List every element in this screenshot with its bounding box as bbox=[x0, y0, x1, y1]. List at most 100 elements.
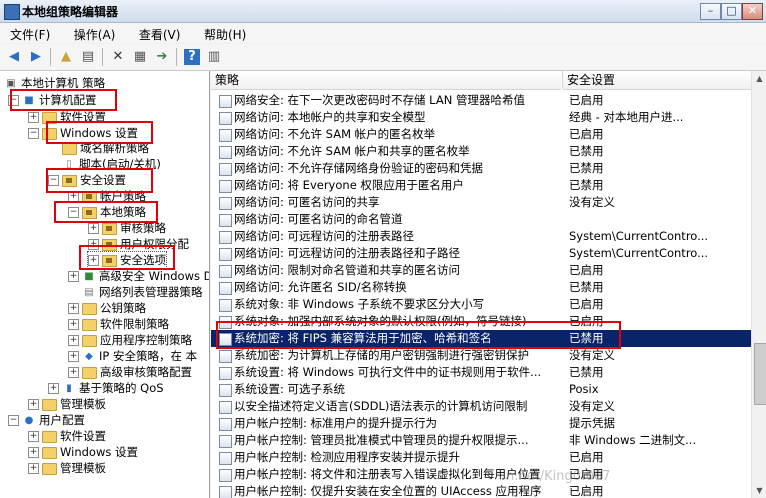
scroll-up-icon[interactable]: ▲ bbox=[752, 71, 766, 86]
expand-icon[interactable]: + bbox=[28, 399, 39, 410]
tree-item-windows-settings[interactable]: − Windows 设置 bbox=[28, 125, 138, 141]
tree-item-user-config[interactable]: − ● 用户配置 bbox=[8, 412, 85, 428]
expand-icon[interactable]: + bbox=[28, 431, 39, 442]
policy-row[interactable]: 用户帐户控制: 将文件和注册表写入错误虚拟化到每用户位置 已启用 bbox=[211, 466, 751, 483]
tree-item-app-control[interactable]: + 应用程序控制策略 bbox=[68, 332, 192, 348]
maximize-button[interactable]: □ bbox=[721, 3, 742, 20]
policy-row[interactable]: 以安全描述符定义语言(SDDL)语法表示的计算机访问限制 没有定义 bbox=[211, 398, 751, 415]
collapse-icon[interactable]: − bbox=[68, 207, 79, 218]
policy-row[interactable]: 网络访问: 本地帐户的共享和安全模型 经典 - 对本地用户进... bbox=[211, 109, 751, 126]
vertical-scrollbar[interactable]: ▲ ▼ bbox=[751, 71, 766, 498]
tree-item-scripts[interactable]: ▯ 脚本(启动/关机) bbox=[48, 156, 161, 172]
script-icon: ▯ bbox=[66, 158, 72, 170]
help-icon[interactable]: ? bbox=[184, 49, 200, 65]
tree-item-name-resolution-policy[interactable]: 域名解析策略 bbox=[48, 140, 149, 156]
minimize-button[interactable]: – bbox=[700, 3, 721, 20]
policy-row[interactable]: 系统对象: 非 Windows 子系统不要求区分大小写 已启用 bbox=[211, 296, 751, 313]
collapse-icon[interactable]: − bbox=[8, 95, 19, 106]
tree-item-qos[interactable]: + ▮ 基于策略的 QoS bbox=[48, 380, 164, 396]
export-list-icon[interactable]: ➔ bbox=[154, 49, 170, 65]
expand-icon[interactable]: + bbox=[28, 447, 39, 458]
collapse-icon[interactable]: − bbox=[8, 415, 19, 426]
security-folder-icon bbox=[102, 254, 117, 267]
expand-icon[interactable]: + bbox=[28, 112, 39, 123]
policy-value: 经典 - 对本地用户进... bbox=[569, 110, 684, 124]
column-header-setting[interactable]: 安全设置 bbox=[563, 71, 751, 90]
expand-icon[interactable]: + bbox=[68, 319, 79, 330]
expand-icon[interactable]: + bbox=[48, 383, 59, 394]
tree-item-local-computer-policy[interactable]: ▣ 本地计算机 策略 bbox=[4, 75, 105, 91]
policy-row[interactable]: 系统设置: 可选子系统 Posix bbox=[211, 381, 751, 398]
menu-action[interactable]: 操作(A) bbox=[64, 23, 126, 43]
policy-row[interactable]: 用户帐户控制: 标准用户的提升提示行为 提示凭据 bbox=[211, 415, 751, 432]
policy-row[interactable]: 网络访问: 可远程访问的注册表路径 System\CurrentContro... bbox=[211, 228, 751, 245]
policy-row[interactable]: 系统加密: 为计算机上存储的用户密钥强制进行强密钥保护 没有定义 bbox=[211, 347, 751, 364]
close-button[interactable]: ✕ bbox=[742, 3, 763, 20]
policy-row[interactable]: 网络访问: 限制对命名管道和共享的匿名访问 已启用 bbox=[211, 262, 751, 279]
policy-row[interactable]: 用户帐户控制: 检测应用程序安装并提示提升 已启用 bbox=[211, 449, 751, 466]
chart-icon: ▮ bbox=[66, 382, 72, 394]
tree-item-user-rights[interactable]: + 用户权限分配 bbox=[88, 236, 189, 252]
policy-row[interactable]: 网络访问: 可远程访问的注册表路径和子路径 System\CurrentContr… bbox=[211, 245, 751, 262]
scroll-thumb[interactable] bbox=[754, 343, 766, 405]
tree-item-audit-policy[interactable]: + 审核策略 bbox=[88, 220, 166, 236]
policy-setting-icon bbox=[219, 486, 232, 498]
tree-item-user-admin-templates[interactable]: + 管理模板 bbox=[28, 460, 106, 476]
collapse-icon[interactable]: − bbox=[28, 128, 39, 139]
tree-item-computer-config[interactable]: − ■ 计算机配置 bbox=[8, 92, 97, 108]
tree-item-user-windows-settings[interactable]: + Windows 设置 bbox=[28, 444, 138, 460]
expand-icon[interactable]: + bbox=[28, 463, 39, 474]
forward-icon[interactable]: ▶ bbox=[28, 49, 44, 65]
policy-row[interactable]: 用户帐户控制: 管理员批准模式中管理员的提升权限提示... 非 Windows 二… bbox=[211, 432, 751, 449]
policy-row[interactable]: 系统加密: 将 FIPS 兼容算法用于加密、哈希和签名 已禁用 bbox=[211, 330, 751, 347]
back-icon[interactable]: ◀ bbox=[6, 49, 22, 65]
policy-row[interactable]: 系统设置: 将 Windows 可执行文件中的证书规则用于软件... 已禁用 bbox=[211, 364, 751, 381]
tree-item-software-restriction[interactable]: + 软件限制策略 bbox=[68, 316, 169, 332]
policy-value: 没有定义 bbox=[569, 195, 615, 209]
tree-item-account-policies[interactable]: + 帐户策略 bbox=[68, 188, 146, 204]
menu-file[interactable]: 文件(F) bbox=[0, 23, 60, 43]
tree-item-public-key-policies[interactable]: + 公钥策略 bbox=[68, 300, 146, 316]
scroll-down-icon[interactable]: ▼ bbox=[752, 483, 766, 498]
expand-icon[interactable]: + bbox=[68, 367, 79, 378]
policy-row[interactable]: 用户帐户控制: 仅提升安装在安全位置的 UIAccess 应用程序 已启用 bbox=[211, 483, 751, 498]
delete-icon[interactable]: ✕ bbox=[110, 49, 126, 65]
policy-setting-icon bbox=[219, 401, 232, 414]
expand-icon[interactable]: + bbox=[68, 271, 79, 282]
policy-row[interactable]: 网络访问: 可匿名访问的共享 没有定义 bbox=[211, 194, 751, 211]
expand-icon[interactable]: + bbox=[68, 303, 79, 314]
expand-icon[interactable]: + bbox=[88, 239, 99, 250]
up-folder-icon[interactable]: ▲ bbox=[58, 49, 74, 65]
policy-row[interactable]: 网络访问: 不允许存储网络身份验证的密码和凭据 已禁用 bbox=[211, 160, 751, 177]
collapse-icon[interactable]: − bbox=[48, 175, 59, 186]
menu-help[interactable]: 帮助(H) bbox=[194, 23, 256, 43]
tree-item-advanced-firewall[interactable]: + ■ 高级安全 Windows D bbox=[68, 268, 209, 284]
policy-row[interactable]: 网络访问: 可匿名访问的命名管道 bbox=[211, 211, 751, 228]
policy-row[interactable]: 网络安全: 在下一次更改密码时不存储 LAN 管理器哈希值 已启用 bbox=[211, 92, 751, 109]
tree-item-network-list-policies[interactable]: ▤ 网络列表管理器策略 bbox=[68, 284, 202, 300]
properties-icon[interactable]: ▦ bbox=[132, 49, 148, 65]
policy-row[interactable]: 网络访问: 将 Everyone 权限应用于匿名用户 已禁用 bbox=[211, 177, 751, 194]
policy-row[interactable]: 系统对象: 加强内部系统对象的默认权限(例如，符号链接) 已启用 bbox=[211, 313, 751, 330]
expand-icon[interactable]: + bbox=[88, 223, 99, 234]
column-header-policy[interactable]: 策略 bbox=[211, 71, 561, 90]
tree-item-local-policies[interactable]: − 本地策略 bbox=[68, 204, 146, 220]
policy-row[interactable]: 网络访问: 不允许 SAM 帐户的匿名枚举 已启用 bbox=[211, 126, 751, 143]
expand-icon[interactable]: + bbox=[68, 351, 79, 362]
expand-icon[interactable]: + bbox=[68, 191, 79, 202]
tree-item-software-settings[interactable]: + 软件设置 bbox=[28, 109, 106, 125]
expand-icon[interactable]: + bbox=[68, 335, 79, 346]
tree-item-security-options[interactable]: + 安全选项 bbox=[87, 251, 167, 269]
folder-icon bbox=[62, 142, 77, 155]
tree-item-security-settings[interactable]: − 安全设置 bbox=[48, 172, 126, 188]
tree-item-admin-templates[interactable]: + 管理模板 bbox=[28, 396, 106, 412]
policy-row[interactable]: 网络访问: 不允许 SAM 帐户和共享的匿名枚举 已禁用 bbox=[211, 143, 751, 160]
tree-item-ip-security[interactable]: + ◆ IP 安全策略，在 本 bbox=[68, 348, 197, 364]
expand-icon[interactable]: + bbox=[88, 255, 99, 266]
view-icon[interactable]: ▥ bbox=[206, 49, 222, 65]
policy-row[interactable]: 网络访问: 允许匿名 SID/名称转换 已禁用 bbox=[211, 279, 751, 296]
menu-view[interactable]: 查看(V) bbox=[129, 23, 191, 43]
show-hide-tree-icon[interactable]: ▤ bbox=[80, 49, 96, 65]
tree-item-user-software-settings[interactable]: + 软件设置 bbox=[28, 428, 106, 444]
tree-item-advanced-audit[interactable]: + 高级审核策略配置 bbox=[68, 364, 192, 380]
